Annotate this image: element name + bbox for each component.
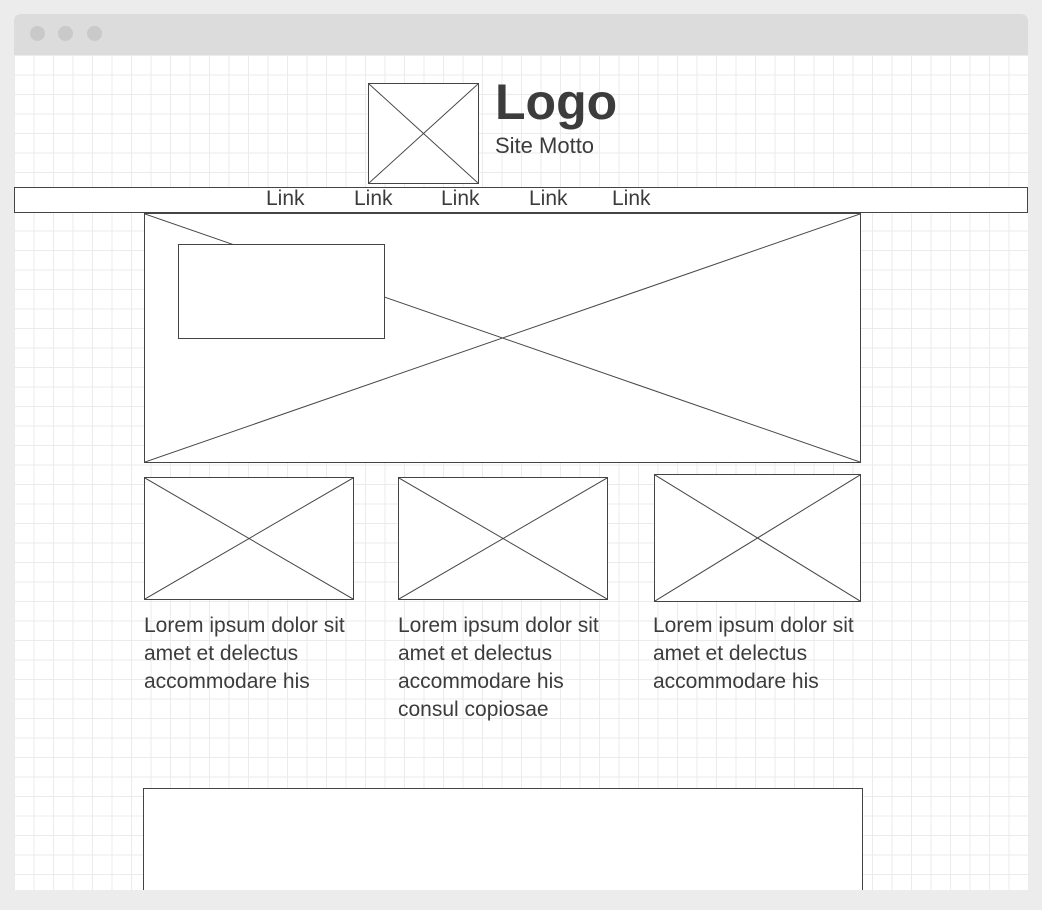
nav-link-2[interactable]: Link [354,184,393,214]
footer-box [143,788,863,890]
window-maximize-dot[interactable] [87,26,102,41]
window-titlebar [14,14,1028,55]
window-close-dot[interactable] [30,26,45,41]
nav-link-4[interactable]: Link [529,184,568,214]
logo-image-icon [368,83,479,184]
card-2-image-icon [398,477,608,600]
site-motto: Site Motto [495,133,595,158]
logo-text: Logo [495,74,618,130]
nav-link-3[interactable]: Link [441,184,480,214]
browser-window: Logo Site Motto Link Link Link Link Link [14,14,1028,890]
card-1-image-icon [144,477,354,600]
card-3-text: Lorem ipsum dolor sit amet et delectus a… [653,614,854,693]
nav-bar: Link Link Link Link Link [14,187,1028,213]
nav-link-1[interactable]: Link [266,184,305,214]
wireframe-canvas: Logo Site Motto Link Link Link Link Link [14,55,1028,890]
card-1-text: Lorem ipsum dolor sit amet et delectus a… [144,614,345,693]
card-3-image-icon [654,474,861,602]
card-2-text: Lorem ipsum dolor sit amet et delectus a… [398,614,599,721]
window-minimize-dot[interactable] [58,26,73,41]
nav-link-5[interactable]: Link [612,184,651,214]
hero-overlay-box [178,244,385,339]
hero-image-icon [144,213,861,463]
